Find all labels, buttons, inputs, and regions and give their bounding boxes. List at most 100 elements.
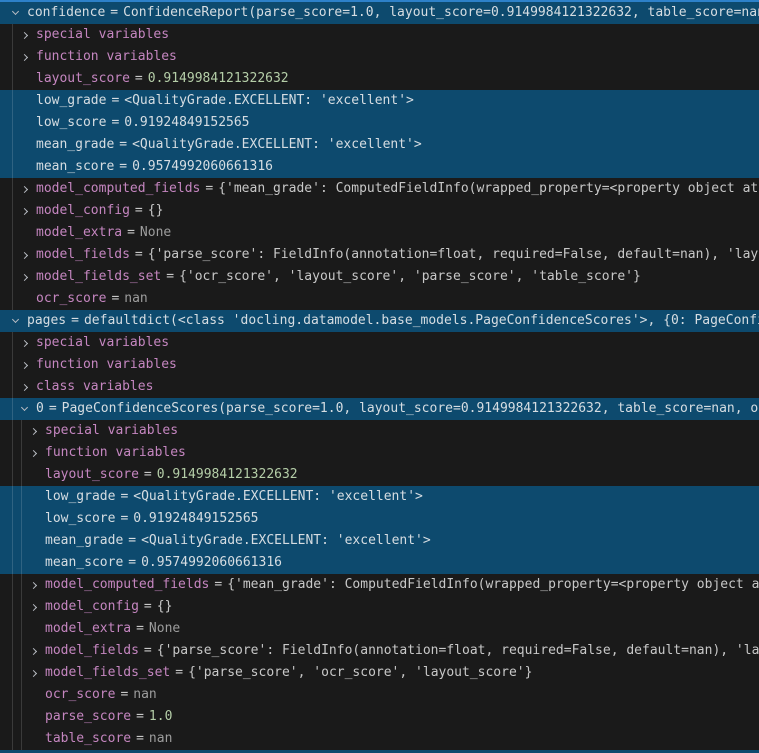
indent-guide xyxy=(12,134,13,156)
variable-row[interactable]: confidence = ConfidenceReport(parse_scor… xyxy=(0,2,759,24)
variable-row[interactable]: special variables xyxy=(0,332,759,354)
variable-name: model_config xyxy=(45,596,139,618)
equals-sign: = xyxy=(135,244,143,266)
variable-row[interactable]: model_computed_fields = {'mean_grade': C… xyxy=(0,574,759,596)
variable-value: 0.9574992060661316 xyxy=(132,156,273,178)
chevron-right-icon[interactable] xyxy=(19,354,36,376)
indent-guide xyxy=(21,618,22,640)
variable-row[interactable]: model_fields = {'parse_score': FieldInfo… xyxy=(0,244,759,266)
variable-row[interactable]: model_fields = {'parse_score': FieldInfo… xyxy=(0,640,759,662)
variable-value: None xyxy=(149,618,180,640)
variable-name: model_fields_set xyxy=(36,266,161,288)
indent-guide xyxy=(12,552,13,574)
chevron-right-icon[interactable] xyxy=(28,442,45,464)
chevron-right-icon[interactable] xyxy=(28,420,45,442)
variable-value: 0.9574992060661316 xyxy=(141,552,282,574)
variable-row[interactable]: 0 = PageConfidenceScores(parse_score=1.0… xyxy=(0,398,759,420)
variable-name: layout_score xyxy=(36,68,130,90)
variable-row[interactable]: mean_score = 0.9574992060661316 xyxy=(0,552,759,574)
variable-row[interactable]: layout_score = 0.9149984121322632 xyxy=(0,464,759,486)
indent-guide xyxy=(21,464,22,486)
chevron-right-icon[interactable] xyxy=(28,596,45,618)
equals-sign: = xyxy=(110,2,118,24)
variable-row[interactable]: function variables xyxy=(0,46,759,68)
variable-row[interactable]: special variables xyxy=(0,24,759,46)
chevron-down-icon[interactable] xyxy=(19,398,36,420)
indent-guide xyxy=(12,200,13,222)
variable-row[interactable]: model_fields_set = {'ocr_score', 'layout… xyxy=(0,266,759,288)
variable-row[interactable]: function variables xyxy=(0,354,759,376)
variable-name: layout_score xyxy=(45,464,139,486)
variable-row[interactable]: model_extra = None xyxy=(0,222,759,244)
equals-sign: = xyxy=(136,728,144,750)
chevron-right-icon[interactable] xyxy=(19,24,36,46)
chevron-right-icon[interactable] xyxy=(19,178,36,200)
twisty-spacer xyxy=(19,288,36,310)
twisty-spacer xyxy=(28,552,45,574)
variable-row[interactable]: pages = defaultdict(<class 'docling.data… xyxy=(0,310,759,332)
chevron-down-icon[interactable] xyxy=(10,310,27,332)
variable-row[interactable]: model_computed_fields = {'mean_grade': C… xyxy=(0,178,759,200)
equals-sign: = xyxy=(135,200,143,222)
variable-row[interactable]: parse_score = 1.0 xyxy=(0,706,759,728)
indent-guide xyxy=(12,178,13,200)
variable-row[interactable]: layout_score = 0.9149984121322632 xyxy=(0,68,759,90)
equals-sign: = xyxy=(135,68,143,90)
indent-guide xyxy=(12,618,13,640)
variable-row[interactable]: ocr_score = nan xyxy=(0,288,759,310)
variable-row[interactable]: low_grade = <QualityGrade.EXCELLENT: 'ex… xyxy=(0,90,759,112)
variable-row[interactable]: model_config = {} xyxy=(0,200,759,222)
variable-row[interactable]: table_score = nan xyxy=(0,728,759,750)
variable-row[interactable]: ocr_score = nan xyxy=(0,684,759,706)
variables-tree: confidence = ConfidenceReport(parse_scor… xyxy=(0,2,759,750)
twisty-spacer xyxy=(28,618,45,640)
chevron-down-icon[interactable] xyxy=(10,2,27,24)
indent-guide xyxy=(21,574,22,596)
twisty-spacer xyxy=(28,486,45,508)
chevron-right-icon[interactable] xyxy=(19,200,36,222)
indent-guide xyxy=(12,486,13,508)
indent-guide xyxy=(21,706,22,728)
variable-row[interactable]: function variables xyxy=(0,442,759,464)
indent-guide xyxy=(12,24,13,46)
indent-guide xyxy=(21,420,22,442)
variable-row[interactable]: low_grade = <QualityGrade.EXCELLENT: 'ex… xyxy=(0,486,759,508)
variable-value: 0.9149984121322632 xyxy=(148,68,289,90)
chevron-right-icon[interactable] xyxy=(19,244,36,266)
variable-value: <QualityGrade.EXCELLENT: 'excellent'> xyxy=(124,90,414,112)
equals-sign: = xyxy=(128,552,136,574)
twisty-spacer xyxy=(19,90,36,112)
variable-name: special variables xyxy=(45,420,178,442)
variable-name: function variables xyxy=(36,46,177,68)
equals-sign: = xyxy=(175,662,183,684)
chevron-right-icon[interactable] xyxy=(19,46,36,68)
chevron-right-icon[interactable] xyxy=(19,332,36,354)
chevron-right-icon[interactable] xyxy=(19,266,36,288)
variable-row[interactable]: model_fields_set = {'parse_score', 'ocr_… xyxy=(0,662,759,684)
chevron-right-icon[interactable] xyxy=(28,662,45,684)
equals-sign: = xyxy=(144,464,152,486)
twisty-spacer xyxy=(28,530,45,552)
variable-row[interactable]: model_extra = None xyxy=(0,618,759,640)
variable-row[interactable]: low_score = 0.91924849152565 xyxy=(0,508,759,530)
variable-name: function variables xyxy=(45,442,186,464)
twisty-spacer xyxy=(28,508,45,530)
indent-guide xyxy=(12,596,13,618)
chevron-right-icon[interactable] xyxy=(28,574,45,596)
variable-row[interactable]: low_score = 0.91924849152565 xyxy=(0,112,759,134)
variable-row[interactable]: class variables xyxy=(0,376,759,398)
chevron-right-icon[interactable] xyxy=(19,376,36,398)
variable-row[interactable]: mean_grade = <QualityGrade.EXCELLENT: 'e… xyxy=(0,134,759,156)
variable-name: pages xyxy=(27,310,66,332)
variable-value: nan xyxy=(149,728,172,750)
equals-sign: = xyxy=(71,310,79,332)
variable-row[interactable]: mean_score = 0.9574992060661316 xyxy=(0,156,759,178)
indent-guide xyxy=(21,662,22,684)
indent-guide xyxy=(12,112,13,134)
variable-row[interactable]: mean_grade = <QualityGrade.EXCELLENT: 'e… xyxy=(0,530,759,552)
variable-row[interactable]: special variables xyxy=(0,420,759,442)
variable-name: mean_grade xyxy=(45,530,123,552)
variable-row[interactable]: model_config = {} xyxy=(0,596,759,618)
chevron-right-icon[interactable] xyxy=(28,640,45,662)
variable-name: mean_score xyxy=(36,156,114,178)
